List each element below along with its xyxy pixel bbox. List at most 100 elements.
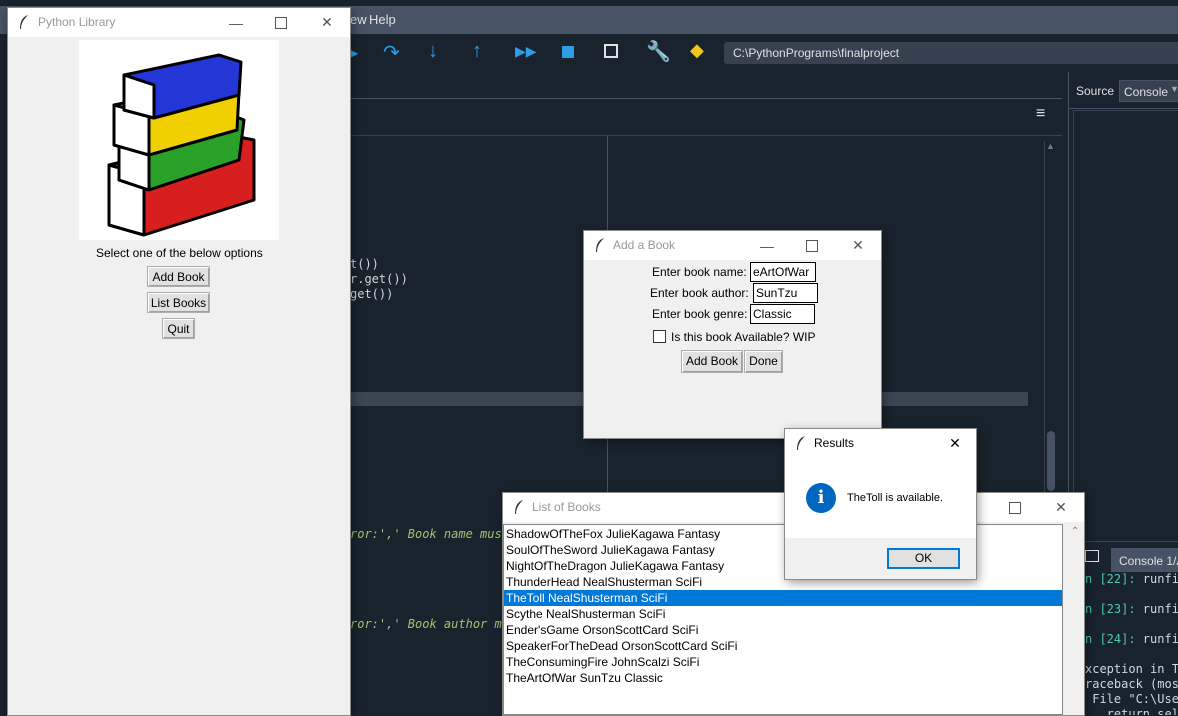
title-bar[interactable]: Results ✕ — [785, 429, 976, 458]
console-text: File "C:\Use — [1085, 692, 1178, 706]
list-item[interactable]: Ender'sGame OrsonScottCard SciFi — [504, 622, 1062, 638]
console-line: raceback (mos — [1085, 677, 1178, 692]
console-output: n [22]: runfi n [23]: runfi n [24]: runfi x… — [1085, 572, 1178, 715]
working-directory-field[interactable]: C:\PythonPrograms\finalproject — [724, 42, 1178, 64]
console-text: runfi — [1135, 632, 1178, 646]
dialog-title: Results — [814, 436, 855, 450]
close-icon[interactable]: ✕ — [835, 231, 881, 260]
console-tab-strip: Console 1/A — [1085, 546, 1178, 572]
continue-icon[interactable]: ▶▶ — [515, 43, 537, 60]
book-genre-input[interactable]: Classic — [750, 304, 815, 324]
python-path-icon[interactable]: ◆ — [690, 40, 704, 61]
console-line: n [24]: runfi — [1085, 632, 1178, 647]
console-line: return sel — [1085, 707, 1178, 715]
console-text: runfi — [1135, 572, 1178, 586]
add-book-window: Add a Book — ✕ Enter book name: eArtOfWa… — [584, 231, 881, 438]
code-line: get()) — [350, 287, 394, 301]
result-message: TheToll is available. — [847, 492, 943, 504]
console-text: raceback (mos — [1085, 677, 1178, 691]
console-text: runfi — [1135, 602, 1178, 616]
code-line: ror:',' Book author mu — [350, 617, 509, 631]
code-line: ror:',' Book name must — [350, 527, 509, 541]
feather-icon — [20, 15, 28, 29]
listbox-scrollbar[interactable]: ⌃ — [1067, 524, 1084, 715]
options-prompt: Select one of the below options — [96, 246, 263, 260]
step-into-icon[interactable]: ↓ — [428, 40, 438, 63]
code-line: r.get()) — [350, 272, 408, 286]
list-item[interactable]: TheConsumingFire JohnScalzi SciFi — [504, 654, 1062, 670]
console-line: File "C:\Use — [1085, 692, 1178, 707]
feather-icon — [515, 500, 523, 514]
scroll-up-icon[interactable]: ▲ — [1046, 141, 1055, 151]
help-pane — [1073, 110, 1178, 542]
list-item[interactable]: ThunderHead NealShusterman SciFi — [504, 574, 1062, 590]
scrollbar-thumb[interactable] — [1047, 431, 1055, 491]
console-tab-icon[interactable] — [1085, 550, 1099, 562]
maximize-pane-icon[interactable] — [604, 44, 618, 58]
list-item[interactable]: NightOfTheDragon JulieKagawa Fantasy — [504, 558, 1062, 574]
window-title: List of Books — [532, 500, 601, 514]
list-item[interactable]: TheArtOfWar SunTzu Classic — [504, 670, 1062, 686]
books-listbox[interactable]: ShadowOfTheFox JulieKagawa Fantasy SoulOf… — [503, 524, 1063, 715]
console-text: return sel — [1085, 707, 1178, 715]
feather-icon — [797, 436, 805, 450]
menu-view[interactable]: ew — [350, 12, 367, 27]
console-line: n [22]: runfi — [1085, 572, 1178, 587]
editor-tab-strip: ≡ — [350, 99, 1062, 136]
step-return-icon[interactable]: ↑ — [472, 40, 482, 63]
console-text: xception in T — [1085, 662, 1178, 676]
list-item[interactable]: SoulOfTheSword JulieKagawa Fantasy — [504, 542, 1062, 558]
right-panel-header: Source Console ▼ — [1069, 72, 1178, 109]
feather-icon — [596, 238, 604, 252]
list-item[interactable]: ShadowOfTheFox JulieKagawa Fantasy — [504, 526, 1062, 542]
minimize-icon[interactable]: — — [213, 8, 259, 37]
chevron-down-icon: ▼ — [1170, 84, 1178, 94]
dialog-body: i TheToll is available. — [785, 458, 976, 538]
console-line: xception in T — [1085, 662, 1178, 677]
book-author-label: Enter book author: — [650, 286, 749, 300]
add-book-button[interactable]: Add Book — [147, 266, 210, 287]
maximize-icon[interactable] — [992, 493, 1038, 522]
info-icon: i — [806, 483, 836, 513]
available-checkbox[interactable] — [653, 330, 666, 343]
editor-options-icon[interactable]: ≡ — [1036, 105, 1045, 123]
close-icon[interactable]: ✕ — [304, 8, 350, 37]
maximize-icon[interactable] — [258, 8, 304, 37]
ok-button[interactable]: OK — [887, 548, 960, 569]
source-label: Source — [1076, 84, 1115, 98]
console-tab[interactable]: Console 1/A — [1111, 548, 1178, 572]
title-bar[interactable]: Add a Book — ✕ — [584, 231, 881, 260]
stop-icon[interactable] — [562, 46, 574, 58]
list-item[interactable]: TheToll NealShusterman SciFi — [504, 590, 1062, 606]
title-bar[interactable]: Python Library — ✕ — [8, 8, 350, 37]
step-over-icon[interactable]: ↷ — [383, 40, 400, 65]
wrench-icon[interactable]: 🔧 — [646, 39, 671, 64]
console-line: n [23]: runfi — [1085, 602, 1178, 617]
console-prompt: n [24]: — [1085, 632, 1136, 646]
list-books-button[interactable]: List Books — [147, 292, 210, 313]
scroll-up-icon[interactable]: ⌃ — [1071, 526, 1079, 537]
add-book-submit-button[interactable]: Add Book — [681, 350, 743, 373]
done-button[interactable]: Done — [744, 350, 783, 373]
right-panel: Source Console ▼ Console 1/A n [22]: run… — [1068, 72, 1178, 715]
console-prompt: n [23]: — [1085, 602, 1136, 616]
close-icon[interactable]: ✕ — [1038, 493, 1084, 522]
quit-button[interactable]: Quit — [162, 318, 195, 339]
list-item[interactable]: Scythe NealShusterman SciFi — [504, 606, 1062, 622]
maximize-icon[interactable] — [789, 231, 835, 260]
source-select-value: Console — [1124, 85, 1169, 99]
python-library-window: Python Library — ✕ Select one of the bel… — [8, 8, 350, 715]
working-directory-path: C:\PythonPrograms\finalproject — [733, 46, 900, 60]
book-name-input[interactable]: eArtOfWar — [750, 262, 816, 282]
book-name-label: Enter book name: — [652, 265, 747, 279]
console-tab-label: Console 1/A — [1119, 554, 1178, 568]
window-title: Python Library — [38, 15, 116, 29]
book-author-input[interactable]: SunTzu — [753, 283, 818, 303]
minimize-icon[interactable]: — — [744, 231, 790, 260]
source-select[interactable]: Console ▼ — [1119, 80, 1178, 102]
book-genre-label: Enter book genre: — [652, 307, 748, 321]
books-image — [79, 40, 279, 240]
list-item[interactable]: SpeakerForTheDead OrsonScottCard SciFi — [504, 638, 1062, 654]
menu-help[interactable]: Help — [369, 12, 396, 27]
close-icon[interactable]: ✕ — [937, 429, 973, 458]
